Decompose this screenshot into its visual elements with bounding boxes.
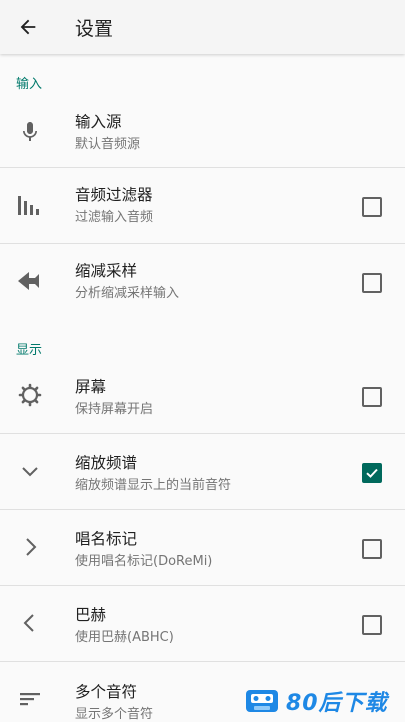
solfege-checkbox[interactable] [362,539,382,559]
section-header-display: 显示 [16,343,43,358]
pref-summary: 显示多个音符 [75,707,154,722]
pref-audio-filter[interactable]: 音频过滤器 过滤输入音频 [0,168,405,243]
chevron-down-icon [12,453,48,489]
equalizer-bars-icon [12,187,48,223]
pref-input-source[interactable]: 输入源 默认音频源 [0,98,405,167]
sort-lines-icon [12,681,48,717]
pref-screen[interactable]: 屏幕 保持屏幕开启 [0,359,405,432]
checkmark-icon [366,468,378,478]
app-bar: 设置 [0,0,405,54]
pref-title: 输入源 [75,113,122,131]
page-title: 设置 [75,18,114,40]
arrow-back-icon [20,19,36,35]
pref-summary: 默认音频源 [75,137,141,152]
pref-title: 缩放频谱 [75,454,138,472]
watermark-logo: 80后下载 [244,684,404,718]
pref-summary: 保持屏幕开启 [75,402,154,417]
pref-summary: 缩放频谱显示上的当前音符 [75,478,232,493]
downsample-arrows-icon [12,263,48,299]
back-button[interactable] [10,9,46,45]
pref-downsample[interactable]: 缩减采样 分析缩减采样输入 [0,244,405,319]
bach-checkbox[interactable] [362,615,382,635]
gear-icon [12,377,48,413]
pref-title: 屏幕 [75,378,107,396]
screen-checkbox[interactable] [362,387,382,407]
section-header-input: 输入 [16,77,43,92]
watermark-text: 80后下载 [286,691,388,716]
pref-summary: 使用巴赫(ABHC) [75,630,174,645]
pref-summary: 分析缩减采样输入 [75,286,180,301]
audio-filter-checkbox[interactable] [362,197,382,217]
zoom-spectrum-checkbox[interactable] [362,463,382,483]
downsample-checkbox[interactable] [362,273,382,293]
settings-list: 输入 输入源 默认音频源 音频过滤器 过滤输入音频 缩减采样 分析缩减采样输入 … [0,54,405,722]
pref-title: 巴赫 [75,606,107,624]
pref-title: 多个音符 [75,683,138,701]
pref-title: 音频过滤器 [75,186,153,204]
pref-bach[interactable]: 巴赫 使用巴赫(ABHC) [0,586,405,661]
pref-solfege[interactable]: 唱名标记 使用唱名标记(DoReMi) [0,510,405,585]
pref-summary: 使用唱名标记(DoReMi) [75,554,213,569]
cassette-icon [246,690,278,712]
chevron-right-icon [12,529,48,565]
pref-title: 缩减采样 [75,262,138,280]
pref-summary: 过滤输入音频 [75,210,154,225]
pref-zoom-spectrum[interactable]: 缩放频谱 缩放频谱显示上的当前音符 [0,434,405,509]
pref-title: 唱名标记 [75,530,138,548]
chevron-left-icon [12,605,48,641]
microphone-icon [12,114,48,150]
